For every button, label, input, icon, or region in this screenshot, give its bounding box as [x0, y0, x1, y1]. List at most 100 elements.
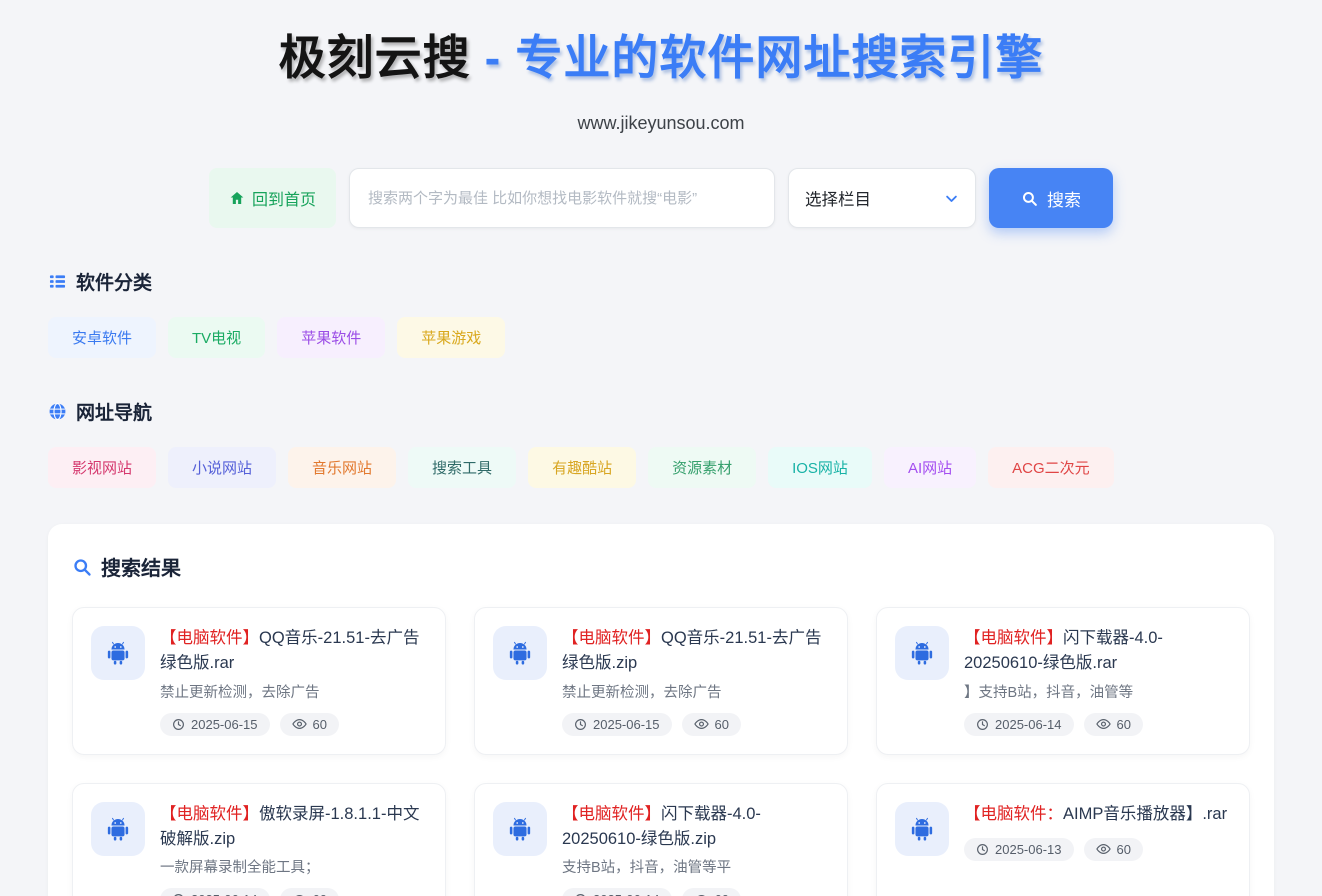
- result-meta: 2025-06-15 60: [160, 713, 427, 736]
- site-navigation-tags: 影视网站 小说网站 音乐网站 搜索工具 有趣酷站 资源素材 IOS网站 AI网站…: [48, 447, 1274, 488]
- date-value: 2025-06-14: [593, 892, 660, 896]
- android-icon: [895, 802, 949, 856]
- page-title-tagline: - 专业的软件网址搜索引擎: [471, 31, 1044, 84]
- result-title-prefix: 【电脑软件：: [964, 805, 1063, 823]
- result-card[interactable]: 【电脑软件】闪下载器-4.0-20250610-绿色版.rar 】支持B站，抖音…: [876, 607, 1250, 755]
- result-title-prefix: 【电脑软件】: [562, 629, 661, 647]
- result-card[interactable]: 【电脑软件】QQ音乐-21.51-去广告绿色版.rar 禁止更新检测，去除广告 …: [72, 607, 446, 755]
- chevron-down-icon: [944, 191, 959, 206]
- search-button[interactable]: 搜索: [989, 168, 1113, 228]
- category-tag-android[interactable]: 安卓软件: [48, 317, 156, 358]
- result-description: 禁止更新检测，去除广告: [562, 681, 829, 702]
- category-tag-apple-games[interactable]: 苹果游戏: [397, 317, 505, 358]
- result-description: 一款屏幕录制全能工具；: [160, 856, 427, 877]
- list-icon: [48, 272, 67, 291]
- site-navigation-title: 网址导航: [76, 398, 152, 425]
- result-card-body: 【电脑软件】傲软录屏-1.8.1.1-中文破解版.zip 一款屏幕录制全能工具；…: [160, 802, 427, 896]
- views-value: 60: [313, 892, 327, 896]
- android-icon: [493, 802, 547, 856]
- views-badge: 60: [682, 713, 741, 736]
- site-navigation-header: 网址导航: [48, 398, 1274, 425]
- date-value: 2025-06-15: [191, 717, 258, 732]
- date-value: 2025-06-13: [995, 842, 1062, 857]
- nav-tag-movies[interactable]: 影视网站: [48, 447, 156, 488]
- date-badge: 2025-06-15: [160, 713, 270, 736]
- nav-tag-novels[interactable]: 小说网站: [168, 447, 276, 488]
- software-categories-header: 软件分类: [48, 268, 1274, 295]
- eye-icon: [292, 718, 307, 730]
- android-icon: [895, 626, 949, 680]
- hero-header: 极刻云搜 - 专业的软件网址搜索引擎 www.jikeyunsou.com: [0, 0, 1322, 134]
- nav-tag-fun-sites[interactable]: 有趣酷站: [528, 447, 636, 488]
- search-bar: 回到首页 选择栏目 搜索: [0, 168, 1322, 228]
- result-title: 【电脑软件】闪下载器-4.0-20250610-绿色版.zip: [562, 802, 829, 852]
- home-button[interactable]: 回到首页: [209, 168, 336, 228]
- nav-tag-acg[interactable]: ACG二次元: [988, 447, 1114, 488]
- category-tag-tv[interactable]: TV电视: [168, 317, 265, 358]
- search-input[interactable]: [349, 168, 775, 228]
- date-badge: 2025-06-14: [562, 888, 672, 896]
- result-meta: 2025-06-14 60: [562, 888, 829, 896]
- result-card[interactable]: 【电脑软件】傲软录屏-1.8.1.1-中文破解版.zip 一款屏幕录制全能工具；…: [72, 783, 446, 896]
- views-value: 60: [1117, 842, 1131, 857]
- software-category-tags: 安卓软件 TV电视 苹果软件 苹果游戏: [48, 317, 1274, 358]
- result-card-body: 【电脑软件】闪下载器-4.0-20250610-绿色版.rar 】支持B站，抖音…: [964, 626, 1231, 736]
- nav-tag-ios[interactable]: IOS网站: [768, 447, 872, 488]
- date-badge: 2025-06-14: [160, 888, 270, 896]
- result-title-prefix: 【电脑软件】: [160, 805, 259, 823]
- date-badge: 2025-06-13: [964, 838, 1074, 861]
- nav-tag-ai[interactable]: AI网站: [884, 447, 976, 488]
- nav-tag-music[interactable]: 音乐网站: [288, 447, 396, 488]
- android-icon: [91, 626, 145, 680]
- clock-icon: [976, 843, 989, 856]
- site-url: www.jikeyunsou.com: [0, 113, 1322, 134]
- result-title-prefix: 【电脑软件】: [562, 805, 661, 823]
- page-title: 极刻云搜 - 专业的软件网址搜索引擎: [0, 30, 1322, 86]
- software-categories-title: 软件分类: [76, 268, 152, 295]
- category-select[interactable]: 选择栏目: [788, 168, 976, 228]
- nav-tag-search-tools[interactable]: 搜索工具: [408, 447, 516, 488]
- category-tag-apple-software[interactable]: 苹果软件: [277, 317, 385, 358]
- results-search-icon: [72, 557, 92, 577]
- result-meta: 2025-06-13 60: [964, 838, 1231, 861]
- result-title: 【电脑软件】QQ音乐-21.51-去广告绿色版.rar: [160, 626, 427, 676]
- result-title-prefix: 【电脑软件】: [964, 629, 1063, 647]
- result-title: 【电脑软件】QQ音乐-21.51-去广告绿色版.zip: [562, 626, 829, 676]
- result-card-body: 【电脑软件】QQ音乐-21.51-去广告绿色版.rar 禁止更新检测，去除广告 …: [160, 626, 427, 736]
- result-meta: 2025-06-15 60: [562, 713, 829, 736]
- result-title-prefix: 【电脑软件】: [160, 629, 259, 647]
- eye-icon: [1096, 843, 1111, 855]
- views-badge: 60: [1084, 713, 1143, 736]
- views-value: 60: [313, 717, 327, 732]
- result-title-text: AIMP音乐播放器】.rar: [1063, 805, 1227, 823]
- result-description: 支持B站，抖音，油管等平: [562, 856, 829, 877]
- date-value: 2025-06-15: [593, 717, 660, 732]
- views-value: 60: [715, 717, 729, 732]
- search-button-label: 搜索: [1047, 186, 1081, 211]
- result-card-body: 【电脑软件】闪下载器-4.0-20250610-绿色版.zip 支持B站，抖音，…: [562, 802, 829, 896]
- result-card-body: 【电脑软件】QQ音乐-21.51-去广告绿色版.zip 禁止更新检测，去除广告 …: [562, 626, 829, 736]
- result-title: 【电脑软件】闪下载器-4.0-20250610-绿色版.rar: [964, 626, 1231, 676]
- result-title: 【电脑软件】傲软录屏-1.8.1.1-中文破解版.zip: [160, 802, 427, 852]
- result-card[interactable]: 【电脑软件】QQ音乐-21.51-去广告绿色版.zip 禁止更新检测，去除广告 …: [474, 607, 848, 755]
- results-grid: 【电脑软件】QQ音乐-21.51-去广告绿色版.rar 禁止更新检测，去除广告 …: [72, 607, 1250, 896]
- nav-tag-resources[interactable]: 资源素材: [648, 447, 756, 488]
- clock-icon: [574, 718, 587, 731]
- eye-icon: [1096, 718, 1111, 730]
- result-card[interactable]: 【电脑软件：AIMP音乐播放器】.rar 2025-06-13 60: [876, 783, 1250, 896]
- category-select-value: 选择栏目: [805, 186, 871, 210]
- result-description: 禁止更新检测，去除广告: [160, 681, 427, 702]
- date-value: 2025-06-14: [995, 717, 1062, 732]
- home-button-label: 回到首页: [252, 186, 316, 210]
- software-categories-section: 软件分类 安卓软件 TV电视 苹果软件 苹果游戏: [48, 268, 1274, 358]
- result-card[interactable]: 【电脑软件】闪下载器-4.0-20250610-绿色版.zip 支持B站，抖音，…: [474, 783, 848, 896]
- search-results-header: 搜索结果: [72, 552, 1250, 581]
- date-badge: 2025-06-15: [562, 713, 672, 736]
- views-value: 60: [1117, 717, 1131, 732]
- search-icon: [1021, 190, 1038, 207]
- android-icon: [493, 626, 547, 680]
- result-description: 】支持B站，抖音，油管等: [964, 681, 1231, 702]
- date-badge: 2025-06-14: [964, 713, 1074, 736]
- views-badge: 60: [1084, 838, 1143, 861]
- views-badge: 60: [280, 713, 339, 736]
